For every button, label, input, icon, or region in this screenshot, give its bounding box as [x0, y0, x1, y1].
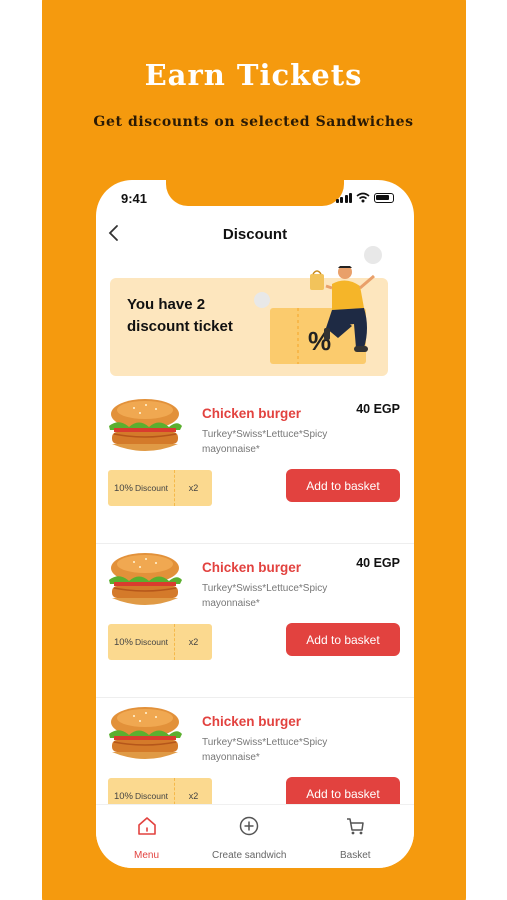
product-description: Turkey*Swiss*Lettuce*Spicy mayonnaise* — [202, 583, 328, 609]
product-name: Chicken burger — [202, 560, 302, 575]
product-description: Turkey*Swiss*Lettuce*Spicy mayonnaise* — [202, 737, 328, 763]
ticket-label: Discount — [134, 637, 169, 647]
burger-image — [109, 399, 182, 451]
banner-text: You have 2 discount ticket — [127, 296, 233, 335]
product-name: Chicken burger — [202, 406, 302, 421]
signal-icon — [335, 192, 352, 203]
product-list: Chicken burger 40 EGP Turkey*Swiss*Lettu… — [96, 390, 414, 804]
ticket-label: Discount — [134, 483, 169, 493]
add-to-basket-button[interactable]: Add to basket — [286, 777, 400, 804]
ticket-label: Discount — [134, 791, 169, 801]
discount-ticket: 10% Discount x2 — [108, 624, 216, 660]
home-icon — [137, 817, 156, 835]
battery-icon — [374, 192, 394, 203]
nav-item-create-sandwich[interactable]: Create sandwich — [212, 815, 286, 863]
ticket-quantity: x2 — [188, 637, 199, 647]
wifi-icon — [356, 192, 370, 203]
product-name: Chicken burger — [202, 714, 302, 729]
product-description: Turkey*Swiss*Lettuce*Spicy mayonnaise* — [202, 429, 328, 455]
add-to-basket-button[interactable]: Add to basket — [286, 469, 400, 502]
discount-banner: You have 2 discount ticket % — [110, 266, 388, 376]
basket-icon — [347, 818, 365, 835]
product-price: 40 EGP — [356, 402, 400, 416]
promo-title: Earn Tickets — [144, 58, 363, 92]
discount-ticket: 10% Discount x2 — [108, 778, 216, 804]
phone-frame: 9:41 Discount You have 2 discount ticket… — [96, 180, 414, 868]
status-time: 9:41 — [121, 191, 148, 206]
plus-circle-icon — [239, 816, 259, 836]
ticket-percent: 10% — [113, 482, 133, 494]
status-icons — [335, 192, 394, 203]
nav-item-basket[interactable]: Basket — [340, 815, 371, 863]
bottom-navigation: Menu Create sandwich Basket — [96, 804, 414, 868]
decor-circle — [364, 246, 382, 264]
nav-label: Basket — [340, 850, 371, 861]
nav-item-menu[interactable]: Menu — [134, 815, 159, 863]
nav-label: Create sandwich — [212, 850, 287, 861]
product-card: Chicken burger 40 EGP Turkey*Swiss*Lettu… — [96, 544, 414, 698]
screen-title: Discount — [222, 226, 288, 243]
phone-notch — [166, 180, 344, 206]
screen-header: Discount — [96, 220, 414, 250]
add-to-basket-button[interactable]: Add to basket — [286, 623, 400, 656]
ticket-percent: 10% — [113, 790, 133, 802]
ticket-quantity: x2 — [188, 791, 199, 801]
ticket-quantity: x2 — [188, 483, 199, 493]
discount-ticket: 10% Discount x2 — [108, 470, 216, 506]
shopper-illustration: % — [270, 266, 375, 364]
ticket-percent: 10% — [113, 636, 133, 648]
product-card: Chicken burger Turkey*Swiss*Lettuce*Spic… — [96, 698, 414, 804]
product-price: 40 EGP — [356, 556, 400, 570]
promo-subtitle: Get discounts on selected Sandwiches — [93, 114, 414, 130]
burger-image — [109, 707, 182, 759]
nav-label: Menu — [134, 850, 160, 861]
burger-image — [109, 553, 182, 605]
product-card: Chicken burger 40 EGP Turkey*Swiss*Lettu… — [96, 390, 414, 544]
